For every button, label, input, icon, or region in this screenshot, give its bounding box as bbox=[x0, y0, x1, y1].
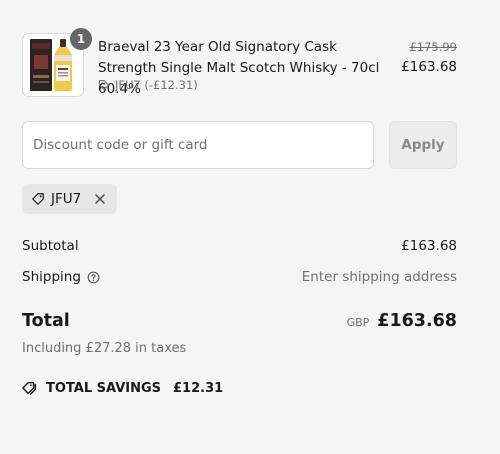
applied-discount-tag: JFU7 bbox=[22, 184, 118, 214]
tag-icon bbox=[98, 79, 110, 91]
line-item-prices: £175.99 £163.68 bbox=[401, 37, 457, 78]
apply-button[interactable]: Apply bbox=[389, 121, 457, 169]
shipping-value: Enter shipping address bbox=[301, 269, 457, 285]
savings-label: TOTAL SAVINGS bbox=[46, 380, 162, 396]
tag-icon bbox=[32, 193, 44, 205]
total-amount: £163.68 bbox=[377, 311, 457, 331]
question-circle-icon[interactable] bbox=[87, 271, 100, 284]
currency-code: GBP bbox=[346, 316, 370, 329]
subtotal-value: £163.68 bbox=[401, 238, 457, 254]
line-item-discount: JFU7 (-£12.31) bbox=[98, 78, 198, 92]
discount-code-input[interactable] bbox=[22, 121, 374, 169]
subtotal-label: Subtotal bbox=[22, 238, 79, 254]
line-item-discount-text: JFU7 (-£12.31) bbox=[115, 78, 198, 92]
current-price: £163.68 bbox=[401, 59, 457, 75]
shipping-label: Shipping bbox=[22, 269, 81, 285]
shipping-label-group: Shipping bbox=[22, 269, 100, 285]
total-row: Total GBP £163.68 bbox=[22, 308, 457, 334]
applied-discount-code: JFU7 bbox=[51, 191, 82, 207]
savings-amount: £12.31 bbox=[173, 380, 224, 396]
line-item: 1 Braeval 23 Year Old Signatory Cask Str… bbox=[22, 27, 457, 97]
taxes-note: Including £27.28 in taxes bbox=[22, 341, 187, 356]
total-label: Total bbox=[22, 311, 70, 331]
order-summary: 1 Braeval 23 Year Old Signatory Cask Str… bbox=[22, 0, 457, 454]
total-amount-group: GBP £163.68 bbox=[347, 311, 457, 331]
subtotal-row: Subtotal £163.68 bbox=[22, 236, 457, 256]
original-price: £175.99 bbox=[409, 40, 457, 54]
total-savings: TOTAL SAVINGS £12.31 bbox=[22, 380, 223, 396]
quantity-badge: 1 bbox=[69, 27, 93, 51]
tags-icon bbox=[22, 381, 37, 395]
remove-discount-button[interactable] bbox=[93, 192, 107, 206]
shipping-row: Shipping Enter shipping address bbox=[22, 267, 457, 287]
close-icon bbox=[95, 194, 105, 204]
